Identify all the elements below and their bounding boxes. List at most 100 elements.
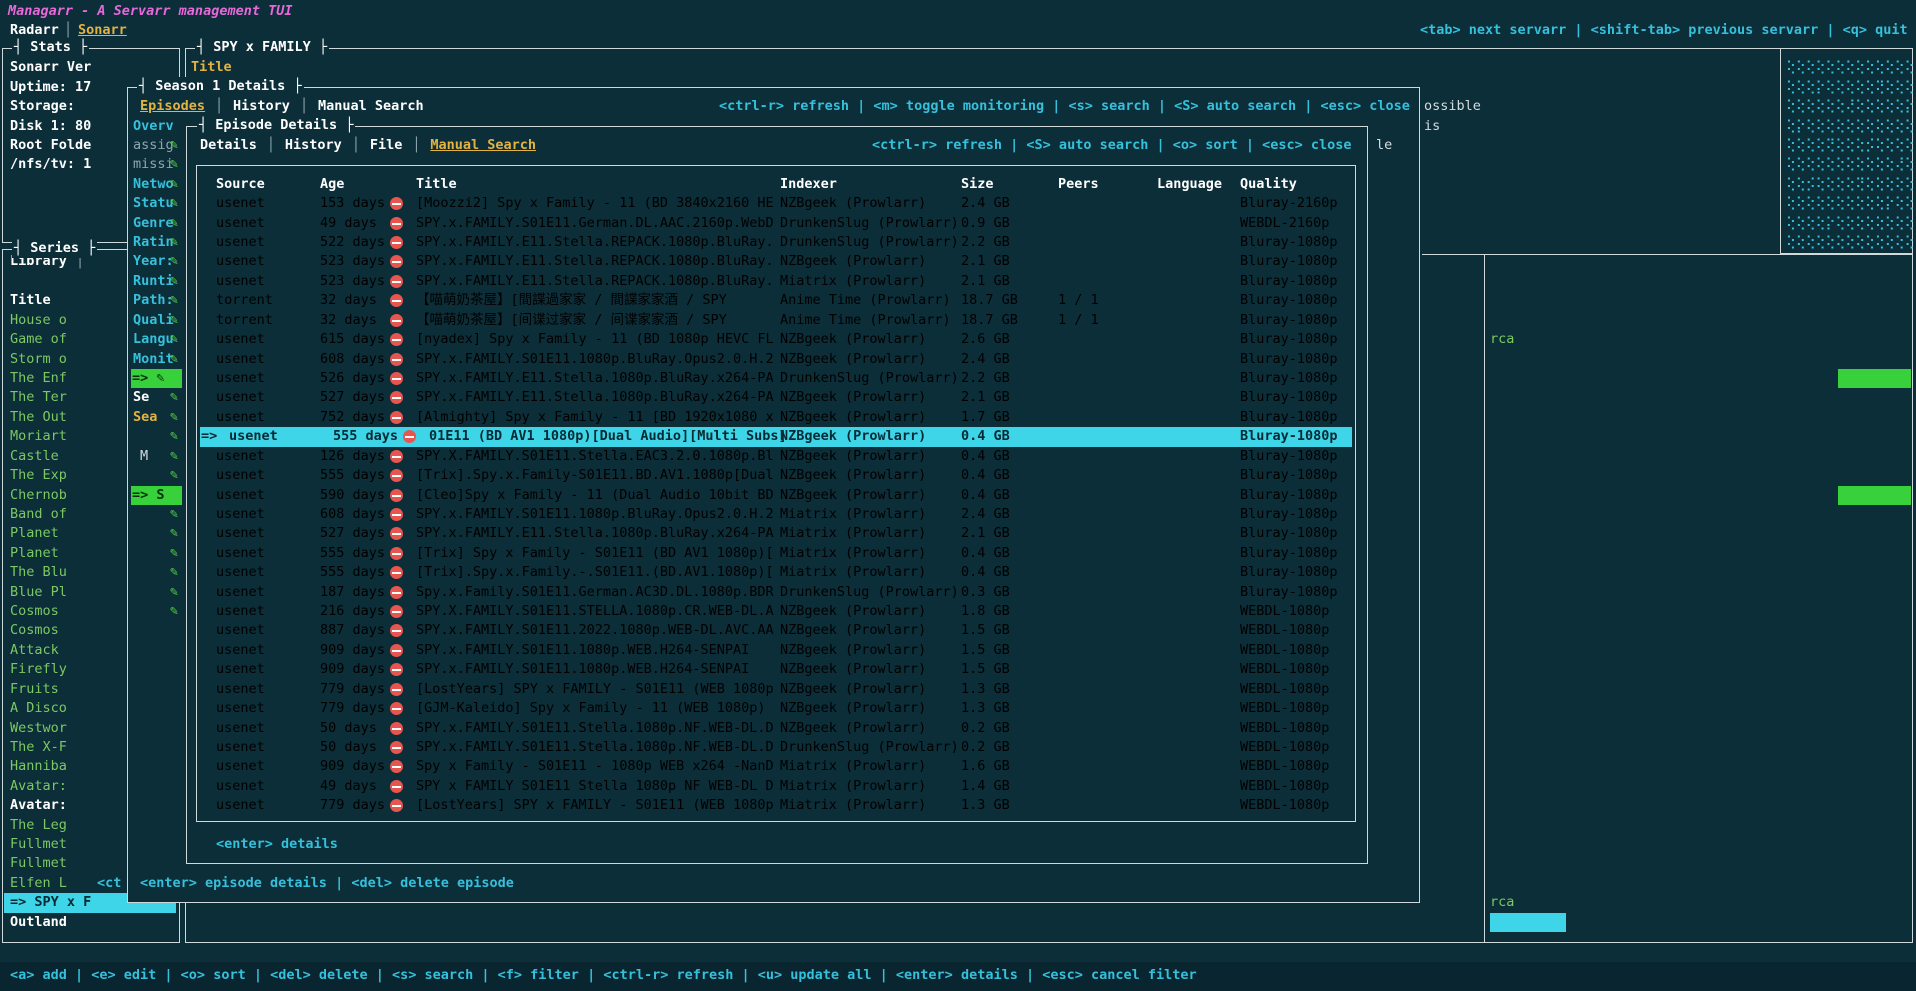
tab-separator: │	[300, 97, 308, 116]
search-result-row-selected[interactable]: =>usenet555 days01E11 (BD AV1 1080p)[Dua…	[200, 427, 1352, 447]
search-result-row[interactable]: usenet126 daysSPY.X.FAMILY.S01E11.Stella…	[200, 447, 1352, 467]
season-window-keybinds: <ctrl-r> refresh | <m> toggle monitoring…	[719, 97, 1410, 116]
tab-manual-search[interactable]: Manual Search	[430, 136, 536, 155]
search-result-row[interactable]: usenet779 days[LostYears] SPY x FAMILY -…	[200, 680, 1352, 700]
search-result-row[interactable]: usenet608 daysSPY.x.FAMILY.S01E11.1080p.…	[200, 505, 1352, 525]
series-list-item-label: Westwor	[10, 719, 67, 738]
cell-quality: WEBDL-1080p	[1240, 641, 1329, 660]
cell-size: 1.3 GB	[961, 680, 1010, 699]
series-list-item-label: The Blu	[10, 563, 67, 582]
cell-age: 779 days	[320, 796, 385, 815]
cell-source: usenet	[229, 427, 278, 446]
cell-quality: Bluray-1080p	[1240, 505, 1338, 524]
tab-separator: │	[215, 97, 223, 116]
cell-size: 0.2 GB	[961, 738, 1010, 757]
search-result-row[interactable]: usenet615 days[nyadex] Spy x Family - 11…	[200, 330, 1352, 350]
series-column-header: Title	[10, 291, 51, 310]
cell-age: 615 days	[320, 330, 385, 349]
rejected-icon	[390, 294, 403, 307]
background-divider	[1422, 254, 1913, 255]
poster-art-line: ⢕⢕⢕⢕⢕⢕⢕⢕⢕⢕⢕⢜⢕⢕⢕	[1786, 155, 1916, 174]
series-list-item[interactable]: Outland	[4, 913, 176, 933]
search-result-row[interactable]: usenet752 days[Almighty] Spy x Family - …	[200, 408, 1352, 428]
search-result-row[interactable]: usenet909 daysSPY.x.FAMILY.S01E11.1080p.…	[200, 641, 1352, 661]
search-result-row[interactable]: usenet590 days[Cleo]Spy x Family - 11 (D…	[200, 486, 1352, 506]
search-result-row[interactable]: usenet50 daysSPY.x.FAMILY.S01E11.Stella.…	[200, 738, 1352, 758]
search-result-row[interactable]: usenet50 daysSPY.x.FAMILY.S01E11.Stella.…	[200, 719, 1352, 739]
rejected-icon	[390, 624, 403, 637]
search-result-row[interactable]: usenet909 daysSPY.x.FAMILY.S01E11.1080p.…	[200, 660, 1352, 680]
cell-indexer: Miatrix (Prowlarr)	[780, 524, 926, 543]
cell-age: 555 days	[320, 563, 385, 582]
cell-quality: WEBDL-1080p	[1240, 699, 1329, 718]
cell-source: usenet	[216, 408, 265, 427]
cell-source: usenet	[216, 777, 265, 796]
cell-title: SPY.x.FAMILY.S01E11.1080p.BluRay.Opus2.0…	[416, 350, 774, 369]
search-result-row[interactable]: usenet49 daysSPY.x.FAMILY.S01E11.German.…	[200, 214, 1352, 234]
bottom-bar-keybinds: <a> add | <e> edit | <o> sort | <del> de…	[10, 966, 1197, 985]
cell-source: usenet	[216, 194, 265, 213]
results-column-header-indexer: Indexer	[780, 175, 837, 194]
edit-pencil-icon: ✎	[170, 175, 178, 194]
edit-pencil-icon: ✎	[170, 350, 178, 369]
search-result-row[interactable]: usenet608 daysSPY.x.FAMILY.S01E11.1080p.…	[200, 350, 1352, 370]
search-result-row[interactable]: usenet522 daysSPY.x.FAMILY.E11.Stella.RE…	[200, 233, 1352, 253]
stat-line: Uptime: 17	[10, 78, 91, 97]
poster-art-line: ⢕⢕⢕⢕⢕⢕⢕⢕⢕⢕⢕⢕⢕⢕⢕	[1786, 233, 1916, 252]
cell-size: 2.2 GB	[961, 233, 1010, 252]
cell-age: 526 days	[320, 369, 385, 388]
search-result-row[interactable]: usenet523 daysSPY.x.FAMILY.E11.Stella.RE…	[200, 252, 1352, 272]
search-result-row[interactable]: usenet527 daysSPY.x.FAMILY.E11.Stella.10…	[200, 388, 1352, 408]
search-result-row[interactable]: usenet779 days[GJM-Kaleido] Spy x Family…	[200, 699, 1352, 719]
tab-file[interactable]: File	[370, 136, 403, 155]
cell-quality: WEBDL-1080p	[1240, 777, 1329, 796]
search-result-row[interactable]: usenet887 daysSPY.x.FAMILY.S01E11.2022.1…	[200, 621, 1352, 641]
search-result-row[interactable]: usenet909 daysSpy x Family - S01E11 - 10…	[200, 757, 1352, 777]
search-result-row[interactable]: usenet555 days[Trix].Spy.x.Family.-.S01E…	[200, 563, 1352, 583]
cell-age: 187 days	[320, 583, 385, 602]
cell-source: usenet	[216, 272, 265, 291]
search-result-row[interactable]: usenet555 days[Trix] Spy x Family - S01E…	[200, 544, 1352, 564]
cell-source: usenet	[216, 214, 265, 233]
cell-title: SPY.x.FAMILY.E11.Stella.1080p.BluRay.x26…	[416, 524, 774, 543]
series-list-item-label: Moriart	[10, 427, 67, 446]
cell-title: [LostYears] SPY x FAMILY - S01E11 (WEB 1…	[416, 680, 774, 699]
cell-indexer: NZBgeek (Prowlarr)	[780, 641, 926, 660]
search-result-row[interactable]: torrent32 days【喵萌奶茶屋】[间谍过家家 / 间谍家家酒 / SP…	[200, 311, 1352, 331]
search-result-row[interactable]: usenet523 daysSPY.x.FAMILY.E11.Stella.RE…	[200, 272, 1352, 292]
cell-age: 523 days	[320, 272, 385, 291]
cell-quality: Bluray-1080p	[1240, 524, 1338, 543]
search-result-row[interactable]: usenet779 days[LostYears] SPY x FAMILY -…	[200, 796, 1352, 816]
edit-pencil-icon: ✎	[170, 388, 178, 407]
search-result-row[interactable]: torrent32 days【喵萌奶茶屋】[間諜過家家 / 間諜家家酒 / SP…	[200, 291, 1352, 311]
tab-manual-search[interactable]: Manual Search	[318, 97, 424, 116]
season-table-fragment: Se	[133, 388, 149, 407]
edit-pencil-icon: ✎	[170, 311, 178, 330]
tab-details[interactable]: Details	[200, 136, 257, 155]
search-result-row[interactable]: usenet527 daysSPY.x.FAMILY.E11.Stella.10…	[200, 524, 1352, 544]
tab-episodes[interactable]: Episodes	[140, 97, 205, 116]
cell-size: 0.4 GB	[961, 563, 1010, 582]
rejected-icon	[390, 527, 403, 540]
cell-indexer: NZBgeek (Prowlarr)	[780, 447, 926, 466]
cell-quality: WEBDL-1080p	[1240, 796, 1329, 815]
cell-source: usenet	[216, 621, 265, 640]
cell-source: usenet	[216, 505, 265, 524]
rejected-icon	[390, 372, 403, 385]
cell-indexer: Miatrix (Prowlarr)	[780, 272, 926, 291]
results-column-header-language: Language	[1157, 175, 1222, 194]
search-result-row[interactable]: usenet49 daysSPY x FAMILY S01E11 Stella …	[200, 777, 1352, 797]
search-result-row[interactable]: usenet555 days[Trix].Spy.x.Family-S01E11…	[200, 466, 1352, 486]
cell-age: 216 days	[320, 602, 385, 621]
cell-size: 0.4 GB	[961, 486, 1010, 505]
cell-title: SPY.x.FAMILY.S01E11.German.DL.AAC.2160p.…	[416, 214, 774, 233]
search-result-row[interactable]: usenet526 daysSPY.x.FAMILY.E11.Stella.10…	[200, 369, 1352, 389]
search-result-row[interactable]: usenet216 daysSPY.X.FAMILY.S01E11.STELLA…	[200, 602, 1352, 622]
tab-history[interactable]: History	[233, 97, 290, 116]
search-result-row[interactable]: usenet153 days[Moozzi2] Spy x Family - 1…	[200, 194, 1352, 214]
cell-source: usenet	[216, 738, 265, 757]
cell-title: SPY.X.FAMILY.S01E11.Stella.EAC3.2.0.1080…	[416, 447, 774, 466]
search-result-row[interactable]: usenet187 daysSpy.x.Family.S01E11.German…	[200, 583, 1352, 603]
cell-size: 1.5 GB	[961, 621, 1010, 640]
tab-history[interactable]: History	[285, 136, 342, 155]
